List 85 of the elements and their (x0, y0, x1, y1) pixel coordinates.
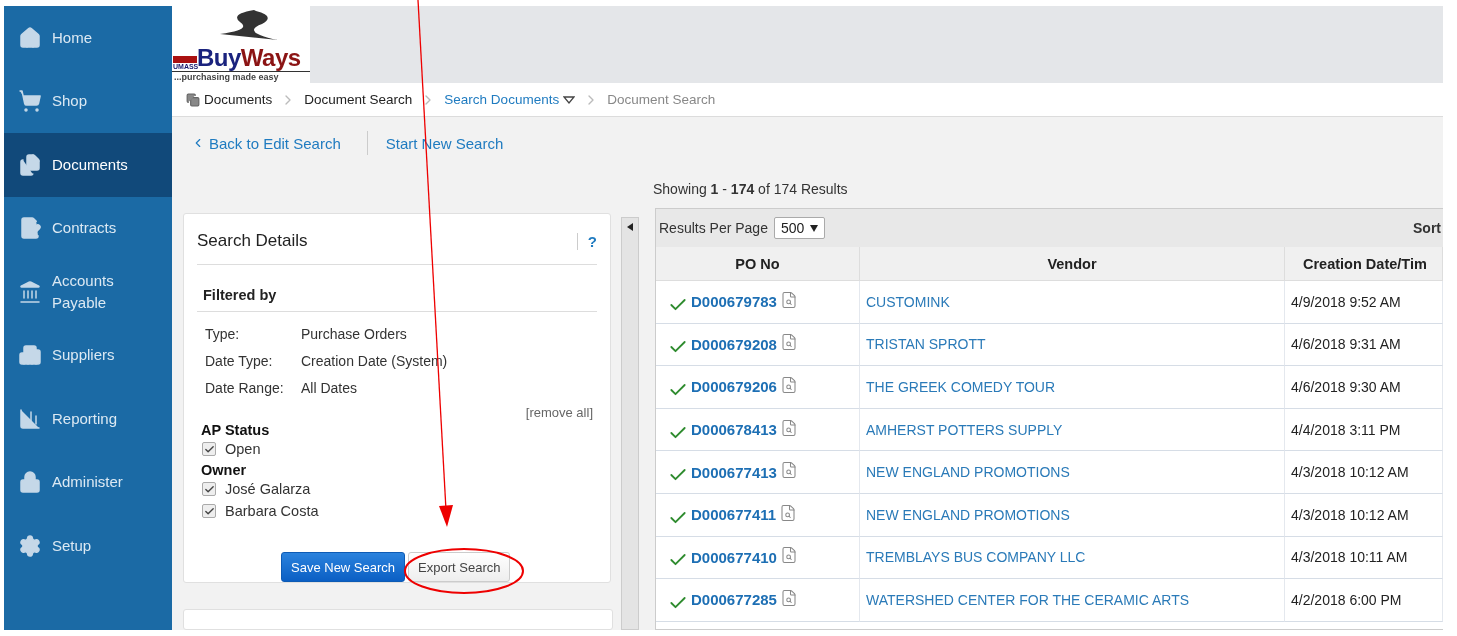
checkbox-label: Open (225, 441, 261, 458)
bank-icon (18, 279, 42, 304)
logo-tagline: ...purchasing made easy (172, 71, 310, 82)
sidebar-item[interactable]: Shop (4, 69, 172, 133)
checkbox[interactable] (202, 442, 216, 457)
breadcrumb-item: Document Search (607, 92, 716, 107)
checkbox[interactable] (202, 482, 216, 497)
checkbox-label: Barbara Costa (225, 503, 319, 520)
caret-icon (563, 95, 576, 104)
checkbox-label: José Galarza (225, 481, 311, 498)
remove-all-link[interactable]: [remove all] (201, 405, 593, 421)
document-search-icon[interactable] (779, 333, 798, 352)
home-icon (18, 25, 42, 50)
lock-icon (18, 470, 42, 495)
back-link[interactable]: Back to Edit Search (191, 134, 341, 152)
filter-label: Type: (205, 325, 241, 342)
column-header[interactable]: PO No (656, 247, 860, 281)
column-header[interactable]: Creation Date/Tim (1285, 247, 1443, 281)
sidebar-item[interactable]: Home (4, 6, 172, 70)
vendor-link[interactable]: CUSTOMINK (866, 293, 950, 310)
table-cell: 4/3/2018 10:11 AM (1291, 549, 1408, 566)
po-link[interactable]: D000679783 (691, 293, 777, 311)
vendor-link[interactable]: TRISTAN SPROTT (866, 336, 986, 353)
document-search-icon[interactable] (779, 418, 798, 437)
table-cell: 4/4/2018 3:11 PM (1291, 421, 1401, 438)
logo-name: BuyWays (197, 46, 301, 70)
save-search-button[interactable]: Save New Search (281, 552, 406, 583)
results-per-page-label: Results Per Page (659, 220, 768, 236)
help-link[interactable]: ? (576, 232, 597, 250)
settings-icon (18, 533, 42, 558)
vendor-link[interactable]: NEW ENGLAND PROMOTIONS (866, 464, 1070, 481)
column-header[interactable]: Vendor (860, 247, 1285, 281)
table-cell: 4/2/2018 6:00 PM (1291, 591, 1402, 608)
breadcrumb-item[interactable]: Document Search (304, 92, 413, 107)
document-search-icon[interactable] (779, 588, 798, 607)
breadcrumb-item[interactable]: Documents (186, 92, 273, 107)
document-search-icon[interactable] (779, 290, 798, 309)
sidebar-item[interactable]: Administer (4, 450, 172, 514)
collapse-handle[interactable] (621, 217, 639, 630)
checkbox[interactable] (202, 504, 216, 519)
po-link[interactable]: D000679206 (691, 378, 777, 396)
section-title: Filtered by (197, 265, 597, 313)
caret-left-icon (627, 223, 633, 231)
group-title: Owner (200, 462, 248, 479)
table-cell: 4/9/2018 9:52 AM (1291, 293, 1401, 310)
document-search-icon[interactable] (779, 376, 798, 394)
filter-value: All Dates (301, 379, 359, 396)
sidebar-item[interactable]: Reporting (4, 387, 172, 451)
document-search-icon[interactable] (779, 461, 798, 480)
table-cell: 4/6/2018 9:31 AM (1291, 336, 1401, 353)
po-link[interactable]: D000678413 (691, 421, 777, 439)
document-search-icon[interactable] (779, 546, 798, 565)
po-link[interactable]: D000677413 (691, 463, 777, 481)
vendor-link[interactable]: THE GREEK COMEDY TOUR (866, 379, 1056, 395)
sidebar-item[interactable]: Suppliers (4, 323, 172, 387)
caret-down-icon (810, 224, 819, 232)
po-link[interactable]: D000677411 (691, 506, 777, 524)
sidebar-item[interactable]: Contracts (4, 196, 172, 260)
breadcrumb-item[interactable]: Search Documents (444, 92, 576, 107)
vendor-link[interactable]: TREMBLAYS BUS COMPANY LLC (866, 549, 1086, 566)
cart-icon (18, 89, 42, 114)
vendor-link[interactable]: WATERSHED CENTER FOR THE CERAMIC ARTS (866, 591, 1190, 608)
filter-label: Date Range: (205, 379, 285, 396)
table-cell: 4/6/2018 9:30 AM (1291, 379, 1401, 395)
results-summary: Showing 1 - 174 of 174 Results (653, 180, 849, 197)
vendor-link[interactable]: AMHERST POTTERS SUPPLY (866, 421, 1063, 438)
document-search-icon[interactable] (779, 503, 798, 522)
vendor-link[interactable]: NEW ENGLAND PROMOTIONS (866, 506, 1070, 523)
sidebar-item[interactable]: Accounts Payable (4, 260, 172, 324)
group-title: AP Status (200, 422, 271, 439)
filter-label: Date Type: (205, 352, 274, 369)
po-link[interactable]: D000679208 (691, 335, 777, 353)
sort-label: Sort (1413, 220, 1442, 236)
filter-value: Purchase Orders (301, 325, 408, 342)
po-link[interactable]: D000677410 (691, 548, 777, 566)
export-search-button[interactable]: Export Search (408, 552, 511, 583)
documents-icon (186, 92, 200, 107)
table-cell: 4/3/2018 10:12 AM (1291, 464, 1409, 481)
per-page-select[interactable]: 500 (773, 217, 826, 239)
documents-icon (18, 152, 42, 177)
sidebar-item[interactable]: Setup (4, 514, 172, 578)
table-cell: 4/3/2018 10:12 AM (1291, 506, 1409, 523)
sidebar-item[interactable]: Documents (4, 133, 172, 197)
card-title: Search Details (197, 231, 308, 252)
po-link[interactable]: D000677285 (691, 591, 777, 609)
